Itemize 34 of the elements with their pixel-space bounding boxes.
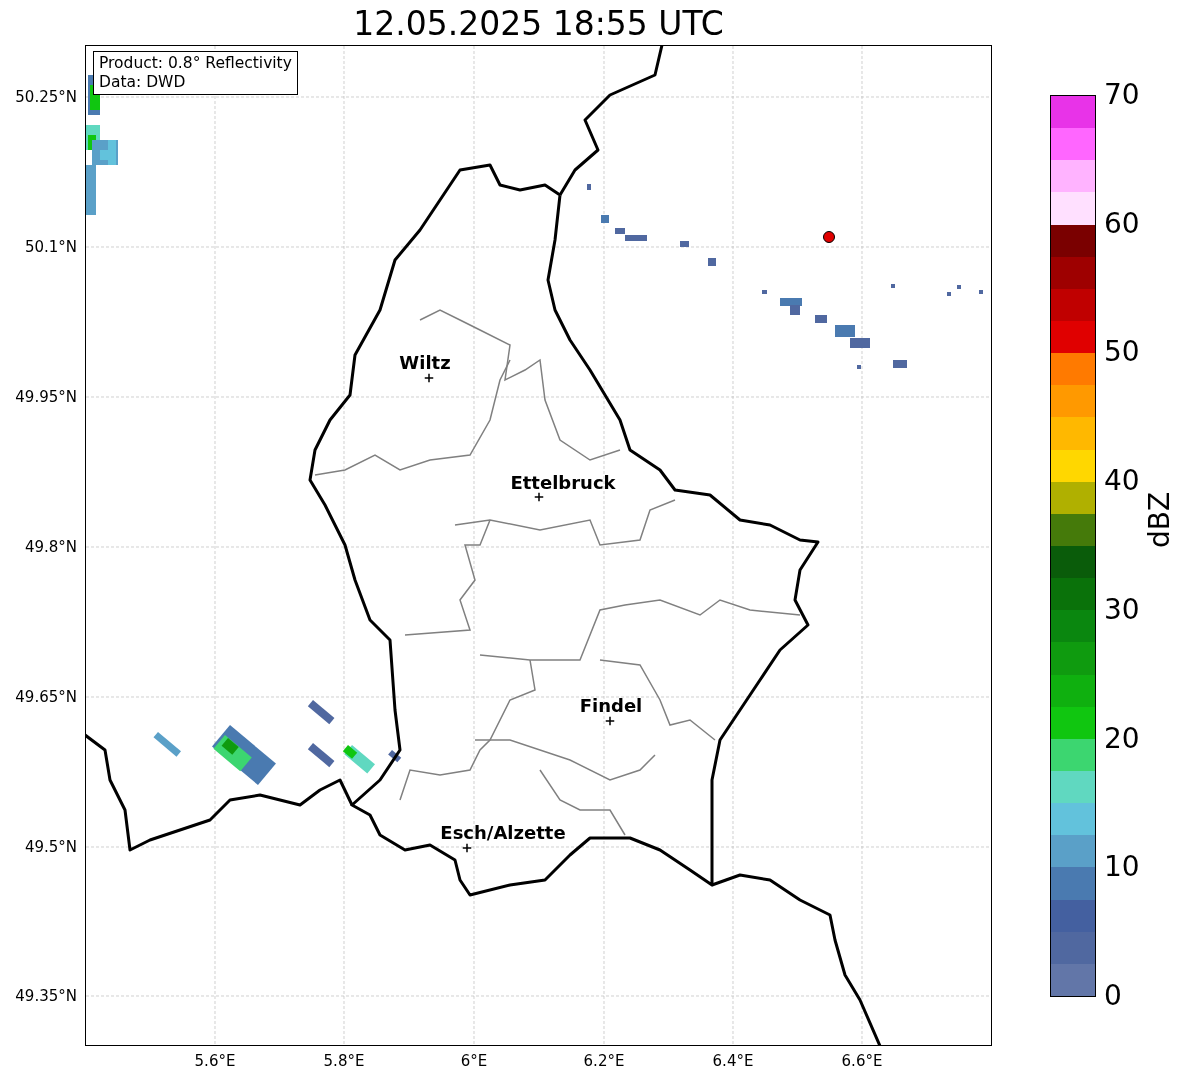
colorbar-label: dBZ <box>1143 491 1176 548</box>
longitude-label: 5.8°E <box>323 1052 365 1070</box>
longitude-label: 6°E <box>460 1052 488 1070</box>
city-marker-icon <box>462 843 472 853</box>
latitude-label: 49.35°N <box>15 987 77 1005</box>
city-label: Ettelbruck <box>510 471 616 493</box>
legend-text: Data: DWD <box>99 73 187 92</box>
longitude-label: 6.6°E <box>841 1052 883 1070</box>
latitude-label: 49.8°N <box>24 538 77 556</box>
colorbar-tick-label: 30 <box>1104 595 1140 624</box>
latitude-label: 50.1°N <box>24 238 77 256</box>
city-marker-icon <box>605 716 615 726</box>
longitude-label: 5.6°E <box>194 1052 236 1070</box>
longitude-label: 6.2°E <box>583 1052 625 1070</box>
city-marker-icon <box>534 492 544 502</box>
city-label: Wiltz <box>399 351 451 373</box>
latitude-label: 49.95°N <box>15 388 77 406</box>
colorbar-tick-label: 40 <box>1104 467 1140 496</box>
longitude-label: 6.4°E <box>712 1052 754 1070</box>
city-label: Esch/Alzette <box>440 821 566 843</box>
colorbar-tick-label: 0 <box>1104 982 1122 1010</box>
city-marker-icon <box>424 373 434 383</box>
colorbar-tick-label: 10 <box>1104 853 1140 882</box>
latitude-label: 49.5°N <box>24 838 77 856</box>
city-label: Findel <box>579 694 643 716</box>
latitude-label: 50.25°N <box>15 88 77 106</box>
location-marker-icon <box>823 231 835 243</box>
plot-title: 12.05.2025 18:55 UTC <box>352 4 725 44</box>
colorbar-tick-label: 70 <box>1104 81 1140 109</box>
colorbar-tick-label: 60 <box>1104 209 1140 238</box>
colorbar-tick-label: 50 <box>1104 338 1140 367</box>
legend-text: Product: 0.8° Reflectivity <box>99 54 292 73</box>
colorbar-tick-label: 20 <box>1104 724 1140 753</box>
latitude-label: 49.65°N <box>15 688 77 706</box>
